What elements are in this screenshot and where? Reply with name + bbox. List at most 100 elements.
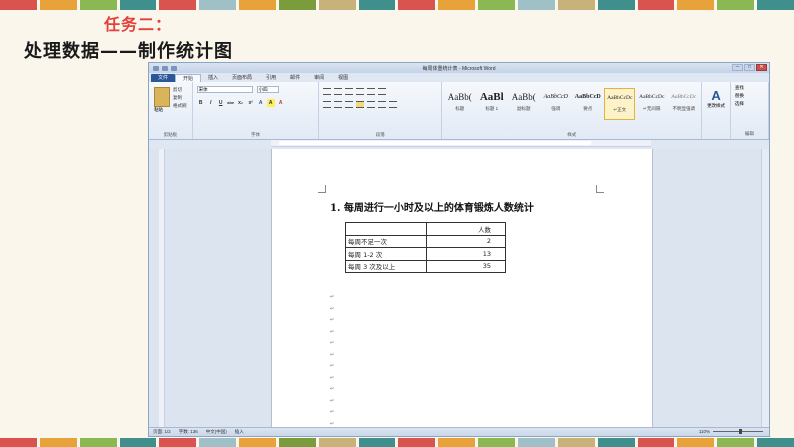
- stripe-segment: [557, 438, 595, 447]
- stripe-segment: [717, 0, 755, 10]
- tab-page-layout[interactable]: 页面布局: [225, 74, 259, 82]
- style-no-spacing[interactable]: AaBbCcDc ↵无间隔: [636, 88, 667, 120]
- font-color-button[interactable]: A: [277, 99, 285, 107]
- stripe-segment: [358, 438, 396, 447]
- increase-indent-icon[interactable]: [367, 88, 376, 95]
- style-name: 要点: [583, 106, 593, 111]
- tab-mailings[interactable]: 邮件: [283, 74, 307, 82]
- underline-button[interactable]: U: [217, 99, 225, 107]
- vertical-ruler[interactable]: [159, 149, 165, 427]
- editing-group: 查找 替换 选择 编辑: [731, 82, 769, 139]
- bold-button[interactable]: B: [197, 99, 205, 107]
- word-count[interactable]: 字数: 136: [179, 429, 198, 435]
- stripe-segment: [318, 438, 356, 447]
- format-painter-button[interactable]: 格式刷: [173, 102, 187, 110]
- stripe-segment: [438, 0, 476, 10]
- style-normal[interactable]: AaBbCcDc ↵正文: [604, 88, 636, 120]
- document-page[interactable]: 1. 每周进行一小时及以上的体育锻炼人数统计 人数 每周不足一次 2 每周 1-…: [271, 149, 653, 436]
- strikethrough-button[interactable]: abe: [227, 99, 235, 107]
- multilevel-list-icon[interactable]: [345, 88, 354, 95]
- line-spacing-icon[interactable]: [378, 101, 387, 108]
- close-button[interactable]: ✕: [756, 64, 767, 71]
- stripe-segment: [119, 438, 157, 447]
- stripe-segment: [757, 438, 794, 447]
- style-emphasis[interactable]: AaBbCcD 强调: [540, 88, 571, 120]
- decrease-indent-icon[interactable]: [356, 88, 365, 95]
- table-cell[interactable]: 人数: [426, 222, 506, 236]
- tab-references[interactable]: 引用: [259, 74, 283, 82]
- style-subtle-emphasis[interactable]: AaBbCcDc 不明显强调: [668, 88, 699, 120]
- tab-insert[interactable]: 插入: [201, 74, 225, 82]
- table-cell[interactable]: 35: [426, 259, 506, 273]
- paragraph-mark: ↵: [330, 409, 335, 415]
- numbering-icon[interactable]: [334, 88, 343, 95]
- stripe-segment: [39, 438, 77, 447]
- style-preview: AaBbCcDc: [639, 94, 665, 100]
- shading-icon[interactable]: [389, 101, 398, 108]
- distribute-icon[interactable]: [367, 101, 376, 108]
- copy-button[interactable]: 复制: [173, 94, 187, 102]
- tab-view[interactable]: 视图: [331, 74, 355, 82]
- cut-button[interactable]: 剪切: [173, 86, 187, 94]
- stripe-segment: [239, 0, 276, 10]
- style-preview: AaBl: [479, 91, 504, 103]
- alignment-buttons: [323, 101, 398, 108]
- sort-icon[interactable]: [378, 88, 387, 95]
- align-center-icon[interactable]: [334, 101, 343, 108]
- stripe-segment: [517, 438, 555, 447]
- font-format-buttons: B I U abe x₂ x² A A A: [197, 99, 285, 107]
- style-heading-1[interactable]: AaBl 标题 1: [476, 88, 507, 120]
- insert-mode-indicator[interactable]: 插入: [235, 429, 244, 435]
- table-cell[interactable]: 2: [426, 234, 506, 248]
- maximize-button[interactable]: □: [744, 64, 755, 71]
- find-button[interactable]: 查找: [735, 84, 766, 92]
- justify-icon[interactable]: [356, 101, 365, 108]
- subscript-button[interactable]: x₂: [237, 99, 245, 107]
- tab-file[interactable]: 文件: [151, 74, 176, 82]
- replace-button[interactable]: 替换: [735, 92, 766, 100]
- style-strong[interactable]: AaBbCcD 要点: [572, 88, 603, 120]
- stripe-segment: [0, 438, 37, 447]
- table-cell[interactable]: 每周 1-2 次: [345, 247, 427, 261]
- stripe-segment: [159, 0, 197, 10]
- font-size-select[interactable]: 小四: [256, 86, 279, 93]
- style-name: 副标题: [517, 106, 531, 111]
- tab-home[interactable]: 开始: [175, 74, 202, 82]
- paragraph-mark: ↵: [330, 397, 335, 404]
- minimize-button[interactable]: ─: [732, 64, 743, 71]
- horizontal-ruler[interactable]: [271, 140, 651, 147]
- tab-review[interactable]: 审阅: [307, 74, 331, 82]
- stripe-segment: [0, 0, 37, 10]
- text-effects-button[interactable]: A: [257, 99, 265, 107]
- style-preview: AaBbCcDc: [671, 94, 697, 100]
- table-cell[interactable]: 13: [426, 247, 506, 261]
- stripe-segment: [517, 0, 555, 10]
- italic-button[interactable]: I: [207, 99, 215, 107]
- table-header-row: 人数: [345, 222, 506, 236]
- ribbon: 粘贴 剪切 复制 格式刷 剪贴板 宋体 小四 B I U abe x₂ x² A…: [149, 82, 769, 140]
- style-subtitle[interactable]: AaBb(副标题: [508, 88, 539, 120]
- style-preview: AaBbCcD: [543, 94, 568, 100]
- zoom-level[interactable]: 110%: [699, 429, 710, 434]
- table-cell[interactable]: 每周不足一次: [345, 234, 427, 248]
- align-right-icon[interactable]: [345, 101, 354, 108]
- page-count[interactable]: 页面: 1/2: [153, 429, 171, 435]
- select-button[interactable]: 选择: [735, 100, 766, 108]
- bullets-icon[interactable]: [323, 88, 332, 95]
- zoom-slider-handle[interactable]: [739, 429, 742, 434]
- table-cell[interactable]: [345, 222, 427, 236]
- language-indicator[interactable]: 中文(中国): [206, 429, 227, 435]
- align-left-icon[interactable]: [323, 101, 332, 108]
- change-styles-group[interactable]: A 更改样式: [702, 82, 731, 139]
- paste-icon[interactable]: [154, 87, 170, 107]
- table-cell[interactable]: 每周 3 次及以上: [345, 259, 427, 273]
- superscript-button[interactable]: x²: [247, 99, 255, 107]
- vertical-scrollbar[interactable]: [761, 149, 769, 427]
- zoom-slider[interactable]: [713, 429, 763, 434]
- stripe-segment: [199, 0, 237, 10]
- title-bar: 每周体重统计表 - Microsoft Word ─ □ ✕: [149, 63, 769, 73]
- highlight-button[interactable]: A: [266, 99, 275, 107]
- style-title[interactable]: AaBb(标题: [444, 88, 475, 120]
- top-decorative-stripe: [0, 0, 794, 10]
- font-name-select[interactable]: 宋体: [196, 86, 253, 93]
